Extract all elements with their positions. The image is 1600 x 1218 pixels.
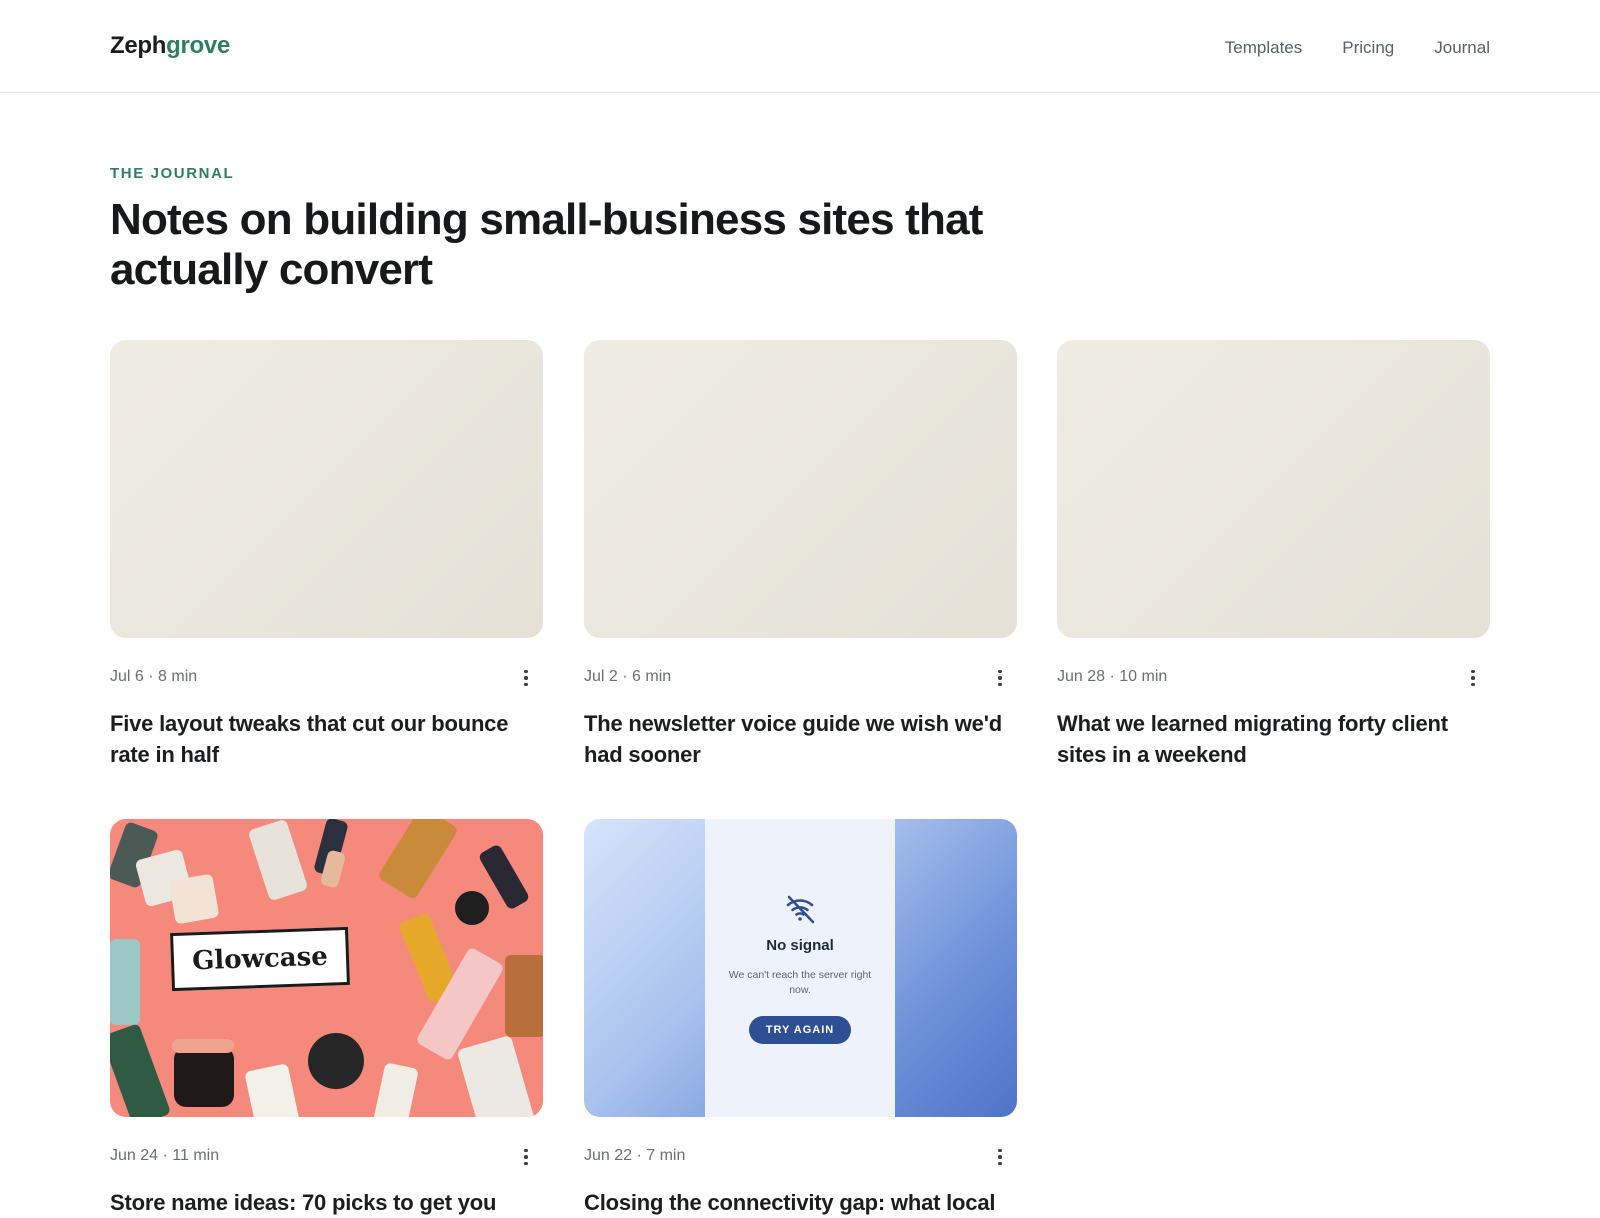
site-header: Zephgrove Templates Pricing Journal <box>0 0 1600 93</box>
product-box <box>505 955 543 1037</box>
post-title[interactable]: What we learned migrating forty client s… <box>1057 708 1490 770</box>
more-options-icon[interactable] <box>521 1145 531 1169</box>
more-options-icon[interactable] <box>995 1145 1005 1169</box>
no-signal-message: We can't reach the server right now. <box>728 969 872 996</box>
nav-journal[interactable]: Journal <box>1434 38 1490 58</box>
post-card[interactable]: Glowcase Jun 24 · 11 min Store name idea… <box>110 819 543 1218</box>
post-thumbnail[interactable] <box>584 340 1017 638</box>
product-tube <box>244 1063 300 1117</box>
product-jar <box>174 1047 234 1107</box>
product-tube <box>247 819 309 902</box>
product-jar <box>172 1039 234 1053</box>
post-meta-row: Jun 28 · 10 min <box>1057 666 1490 690</box>
post-card[interactable]: Jul 2 · 6 min The newsletter voice guide… <box>584 340 1017 770</box>
logo[interactable]: Zephgrove <box>110 32 230 60</box>
post-title[interactable]: Five layout tweaks that cut our bounce r… <box>110 708 543 770</box>
post-meta-row: Jun 22 · 7 min <box>584 1145 1017 1169</box>
nav-templates[interactable]: Templates <box>1225 38 1302 58</box>
post-title[interactable]: The newsletter voice guide we wish we'd … <box>584 708 1017 770</box>
product-box <box>456 1035 536 1117</box>
main-nav: Templates Pricing Journal <box>1225 38 1490 58</box>
product-cap <box>455 891 489 925</box>
product-box <box>110 939 140 1025</box>
post-card[interactable]: No signal We can't reach the server righ… <box>584 819 1017 1218</box>
post-thumbnail[interactable] <box>110 340 543 638</box>
product-jar <box>168 873 220 925</box>
glowcase-label: Glowcase <box>170 926 350 992</box>
post-thumbnail[interactable]: Glowcase <box>110 819 543 1117</box>
more-options-icon[interactable] <box>995 666 1005 690</box>
post-thumbnail[interactable] <box>1057 340 1490 638</box>
try-again-button[interactable]: TRY AGAIN <box>749 1016 851 1044</box>
product-bottle <box>377 819 459 901</box>
product-tube <box>371 1062 419 1117</box>
post-card[interactable]: Jul 6 · 8 min Five layout tweaks that cu… <box>110 340 543 770</box>
logo-part-1: Zeph <box>110 32 167 59</box>
post-meta-row: Jul 6 · 8 min <box>110 666 543 690</box>
post-meta-row: Jun 24 · 11 min <box>110 1145 543 1169</box>
post-thumbnail[interactable]: No signal We can't reach the server righ… <box>584 819 1017 1117</box>
more-options-icon[interactable] <box>1468 666 1478 690</box>
post-meta: Jul 6 · 8 min <box>110 668 198 685</box>
no-wifi-icon <box>786 895 815 924</box>
product-compact <box>308 1033 364 1089</box>
post-title[interactable]: Closing the connectivity gap: what local <box>584 1187 1017 1218</box>
post-card[interactable]: Jun 28 · 10 min What we learned migratin… <box>1057 340 1490 770</box>
post-meta: Jun 28 · 10 min <box>1057 668 1168 685</box>
post-meta-row: Jul 2 · 6 min <box>584 666 1017 690</box>
nav-pricing[interactable]: Pricing <box>1342 38 1394 58</box>
page-title: Notes on building small-business sites t… <box>110 195 983 294</box>
more-options-icon[interactable] <box>521 666 531 690</box>
post-meta: Jul 2 · 6 min <box>584 668 672 685</box>
post-meta: Jun 24 · 11 min <box>110 1147 220 1164</box>
logo-part-2: grove <box>166 32 230 59</box>
section-eyebrow: THE JOURNAL <box>110 165 235 182</box>
post-title[interactable]: Store name ideas: 70 picks to get you <box>110 1187 543 1218</box>
no-signal-title: No signal <box>766 937 834 954</box>
no-signal-panel: No signal We can't reach the server righ… <box>705 819 895 1117</box>
post-meta: Jun 22 · 7 min <box>584 1147 686 1164</box>
product-jar <box>110 1023 172 1117</box>
